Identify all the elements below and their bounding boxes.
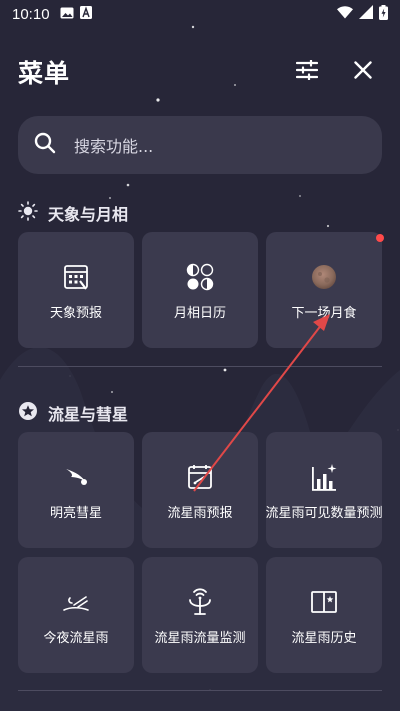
page-title: 菜单 [18,59,71,88]
tile-next-lunar-eclipse[interactable]: 下一场月食 [266,232,384,348]
search-icon [34,132,56,158]
section-header-celestial: 天象与月相 [18,200,128,226]
tile-label: 流星雨历史 [291,630,357,646]
tile-moon-phase-calendar[interactable]: 月相日历 [142,232,258,348]
close-icon [354,61,372,83]
tile-meteor-shower-forecast[interactable]: 流星雨预报 [142,432,258,548]
tile-label: 今夜流星雨 [43,630,109,646]
tile-meteor-shower-history[interactable]: 流星雨历史 [266,557,382,673]
antenna-icon [186,585,214,619]
notification-badge [376,234,384,242]
a-square-icon [79,5,92,23]
status-bar: 10:10 [0,0,400,28]
tile-tonight-meteor-shower[interactable]: 今夜流星雨 [18,557,134,673]
tile-meteor-flux-monitoring[interactable]: 流星雨流量监测 [142,557,258,673]
star-circle-icon [18,401,38,425]
eclipse-moon-icon [310,260,338,294]
close-button[interactable] [350,59,376,85]
tile-label: 明亮彗星 [49,505,102,521]
shooting-star-icon [62,585,90,619]
meteor-calendar-icon [187,460,213,494]
tile-label: 月相日历 [173,305,226,321]
section-header-meteors-comets: 流星与彗星 [18,400,128,426]
sun-icon [18,201,38,225]
moon-phases-icon [186,260,214,294]
tile-label: 下一场月食 [291,305,357,321]
calendar-grid-icon [63,260,89,294]
section-title: 天象与月相 [48,205,129,224]
wifi-icon [337,5,353,23]
sliders-icon [295,59,319,84]
comet-icon [62,460,90,494]
menu-header: 菜单 [0,48,400,96]
tile-label: 流星雨可见数量预测 [265,505,383,521]
tile-meteor-count-prediction[interactable]: 流星雨可见数量预测 [265,432,383,548]
status-time: 10:10 [12,5,50,23]
image-icon [60,5,74,23]
tile-bright-comets[interactable]: 明亮彗星 [18,432,134,548]
section-title: 流星与彗星 [48,405,129,424]
signal-icon [359,5,373,23]
battery-charging-icon [379,4,388,24]
filter-settings-button[interactable] [294,59,320,85]
tile-celestial-forecast[interactable]: 天象预报 [18,232,134,348]
bar-chart-star-icon [310,460,338,494]
search-input[interactable]: 搜索功能... [18,116,382,174]
section-divider [18,690,382,691]
section-divider [18,366,382,367]
tile-label: 天象预报 [49,305,102,321]
book-star-icon [310,585,338,619]
search-placeholder: 搜索功能... [74,137,154,156]
tile-label: 流星雨流量监测 [154,630,246,646]
tile-label: 流星雨预报 [167,505,233,521]
